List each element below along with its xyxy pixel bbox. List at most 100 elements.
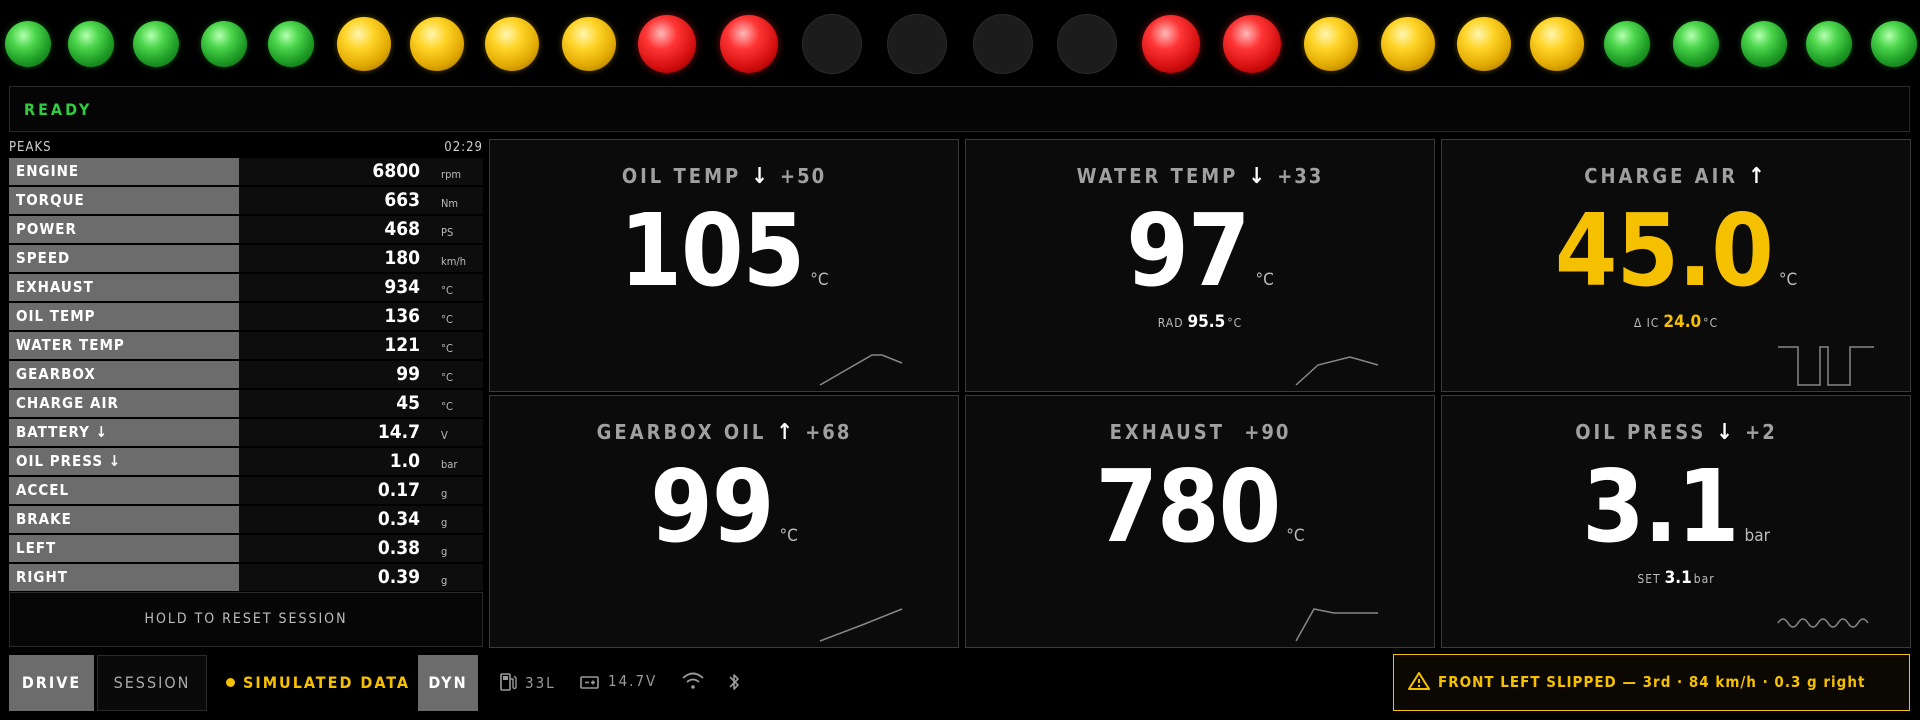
gauge-delta: +50 bbox=[780, 164, 827, 188]
peak-value: 0.34 bbox=[377, 508, 420, 530]
gauge-unit: °C bbox=[1255, 270, 1274, 290]
oil-temp-gauge[interactable]: OIL TEMP ↓ +50 105 °C bbox=[489, 139, 959, 392]
gauge-value: 3.1 bbox=[1582, 448, 1739, 565]
charge-air-gauge[interactable]: CHARGE AIR ↑ 45.0 °C Δ IC 24.0 °C bbox=[1441, 139, 1911, 392]
peak-row: TORQUE 663 Nm bbox=[9, 187, 483, 214]
dyn-button[interactable]: DYN bbox=[418, 655, 478, 711]
gauge-title: CHARGE AIR ↑ bbox=[1584, 164, 1768, 189]
shift-light-led bbox=[1806, 21, 1852, 67]
gauge-delta: +2 bbox=[1745, 420, 1777, 444]
peak-label: BRAKE bbox=[9, 506, 239, 533]
status-bar: READY bbox=[9, 86, 1910, 132]
gauge-unit: °C bbox=[810, 270, 829, 290]
peak-row: SPEED 180 km/h bbox=[9, 245, 483, 272]
gauge-title: WATER TEMP ↓ +33 bbox=[1076, 164, 1324, 189]
peaks-header: PEAKS 02:29 bbox=[9, 138, 483, 156]
peak-unit: °C bbox=[441, 400, 453, 413]
alert-text: FRONT LEFT SLIPPED — 3rd · 84 km/h · 0.3… bbox=[1438, 673, 1866, 691]
shift-light-led bbox=[887, 14, 947, 74]
gauge-subvalue: RAD 95.5 °C bbox=[1157, 312, 1243, 332]
peak-unit: rpm bbox=[441, 168, 461, 181]
trend-down-arrow-icon: ↓ bbox=[1716, 420, 1736, 445]
peak-row: BRAKE 0.34 g bbox=[9, 506, 483, 533]
peak-row: WATER TEMP 121 °C bbox=[9, 332, 483, 359]
peak-row: ENGINE 6800 rpm bbox=[9, 158, 483, 185]
peak-value: 663 bbox=[384, 189, 420, 211]
trend-down-arrow-icon: ↓ bbox=[1248, 164, 1268, 189]
shift-light-led bbox=[268, 21, 314, 67]
peak-row: EXHAUST 934 °C bbox=[9, 274, 483, 301]
gauge-value: 45.0 bbox=[1554, 192, 1774, 309]
shift-light-strip bbox=[0, 0, 1920, 88]
gauge-delta: +33 bbox=[1277, 164, 1324, 188]
oil-press-gauge[interactable]: OIL PRESS ↓ +2 3.1 bar SET 3.1 bar bbox=[1441, 395, 1911, 648]
peak-label: OIL PRESS ↓ bbox=[9, 448, 239, 475]
gauge-title: OIL PRESS ↓ +2 bbox=[1575, 420, 1777, 445]
battery-status: 14.7V bbox=[580, 672, 657, 690]
peaks-title: PEAKS bbox=[9, 140, 52, 155]
trend-up-arrow-icon: ↑ bbox=[1748, 164, 1768, 189]
gauge-value: 97 bbox=[1126, 192, 1250, 309]
wifi-status bbox=[681, 672, 713, 690]
peak-label: WATER TEMP bbox=[9, 332, 239, 359]
peak-unit: g bbox=[441, 487, 448, 500]
shift-light-led bbox=[562, 17, 616, 71]
gauge-subvalue: Δ IC 24.0 °C bbox=[1633, 312, 1719, 332]
gauge-subvalue: SET 3.1 bar bbox=[1637, 568, 1715, 588]
peak-unit: g bbox=[441, 574, 448, 587]
reset-session-button[interactable]: HOLD TO RESET SESSION bbox=[9, 592, 483, 647]
shift-light-led bbox=[1673, 21, 1719, 67]
shift-light-led bbox=[133, 21, 179, 67]
peak-label: TORQUE bbox=[9, 187, 239, 214]
warning-icon bbox=[1408, 672, 1430, 690]
sparkline bbox=[1778, 346, 1874, 386]
peak-value: 45 bbox=[396, 392, 420, 414]
shift-light-led bbox=[638, 15, 696, 73]
bluetooth-status bbox=[727, 672, 749, 692]
gauge-delta: +68 bbox=[805, 420, 852, 444]
trend-up-arrow-icon: ↑ bbox=[776, 420, 796, 445]
gearbox-oil-gauge[interactable]: GEARBOX OIL ↑ +68 99 °C bbox=[489, 395, 959, 648]
peak-unit: °C bbox=[441, 342, 453, 355]
gauge-delta: +90 bbox=[1244, 420, 1291, 444]
fuel-pump-icon bbox=[500, 673, 517, 691]
shift-light-led bbox=[1741, 21, 1787, 67]
slip-alert-banner[interactable]: FRONT LEFT SLIPPED — 3rd · 84 km/h · 0.3… bbox=[1393, 654, 1910, 711]
drive-mode-button[interactable]: DRIVE bbox=[9, 655, 94, 711]
status-text: READY bbox=[24, 100, 93, 119]
sparkline bbox=[1295, 608, 1378, 642]
wifi-icon bbox=[682, 672, 704, 689]
bluetooth-icon bbox=[729, 674, 739, 690]
peak-label: SPEED bbox=[9, 245, 239, 272]
peak-label: ACCEL bbox=[9, 477, 239, 504]
peak-value: 136 bbox=[384, 305, 420, 327]
peak-row: POWER 468 PS bbox=[9, 216, 483, 243]
shift-light-led bbox=[1142, 15, 1200, 73]
shift-light-led bbox=[410, 17, 464, 71]
gauge-value: 99 bbox=[650, 448, 774, 565]
peak-value: 14.7 bbox=[377, 421, 420, 443]
peak-unit: g bbox=[441, 545, 448, 558]
peak-value: 934 bbox=[384, 276, 420, 298]
gauge-value: 105 bbox=[619, 192, 805, 309]
gauge-title: EXHAUST +90 bbox=[1109, 420, 1291, 444]
peak-label: ENGINE bbox=[9, 158, 239, 185]
shift-light-led bbox=[68, 21, 114, 67]
gauge-value: 780 bbox=[1095, 448, 1281, 565]
peak-unit: V bbox=[441, 429, 448, 442]
session-mode-button[interactable]: SESSION bbox=[97, 655, 207, 711]
water-temp-gauge[interactable]: WATER TEMP ↓ +33 97 °C RAD 95.5 °C bbox=[965, 139, 1435, 392]
gauge-unit: bar bbox=[1744, 526, 1770, 546]
peak-unit: Nm bbox=[441, 197, 459, 210]
fuel-status: 33L bbox=[499, 672, 556, 692]
peak-unit: °C bbox=[441, 371, 453, 384]
peak-unit: g bbox=[441, 516, 448, 529]
peak-label: GEARBOX bbox=[9, 361, 239, 388]
peak-value: 1.0 bbox=[389, 450, 420, 472]
shift-light-led bbox=[337, 17, 391, 71]
exhaust-gauge[interactable]: EXHAUST +90 780 °C bbox=[965, 395, 1435, 648]
gauge-unit: °C bbox=[1778, 270, 1798, 290]
peak-value: 180 bbox=[384, 247, 420, 269]
gauge-title: OIL TEMP ↓ +50 bbox=[621, 164, 827, 189]
trend-down-arrow-icon: ↓ bbox=[751, 164, 771, 189]
